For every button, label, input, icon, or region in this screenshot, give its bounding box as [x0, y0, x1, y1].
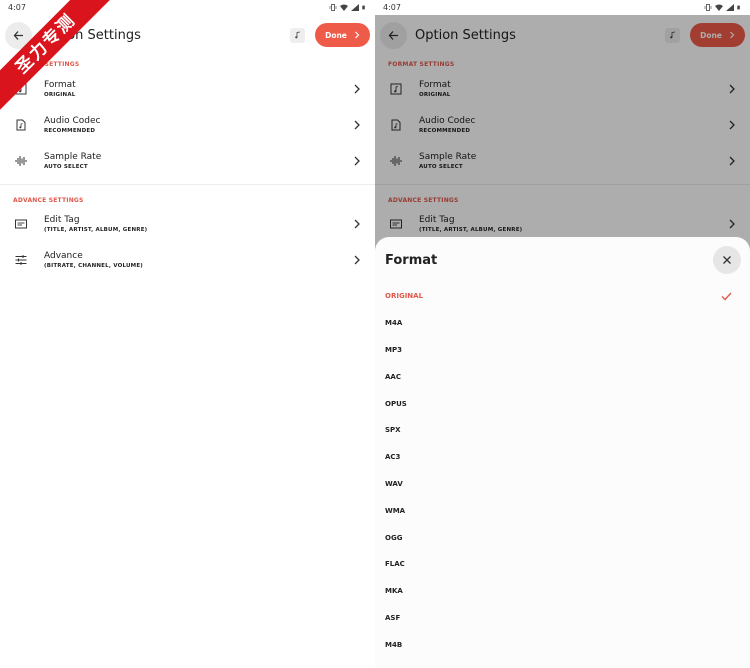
- format-options-list: ORIGINAL M4A MP3 AAC OPUS SPX AC3 WAV WM…: [375, 283, 750, 658]
- music-note-button[interactable]: [290, 27, 305, 43]
- status-time: 4:07: [8, 3, 26, 12]
- format-bottom-sheet: Format ORIGINAL M4A MP3 AAC OPUS SPX AC3…: [375, 237, 750, 668]
- status-time: 4:07: [383, 3, 401, 12]
- battery-icon: [737, 5, 740, 10]
- status-bar: 4:07: [375, 0, 750, 15]
- music-note-icon: [294, 31, 300, 39]
- audio-codec-value: RECOMMENDED: [44, 128, 96, 134]
- advance-row[interactable]: Advance (BITRATE, CHANNEL, VOLUME): [0, 242, 375, 278]
- battery-icon: [362, 5, 365, 10]
- format-option[interactable]: WMA: [375, 497, 750, 524]
- chevron-right-icon: [354, 31, 360, 39]
- advance-settings-label: ADVANCE SETTINGS: [13, 197, 84, 204]
- format-value: ORIGINAL: [44, 92, 76, 98]
- chevron-right-icon: [354, 84, 360, 94]
- sample-rate-row[interactable]: Sample Rate AUTO SELECT: [0, 143, 375, 179]
- sheet-title: Format: [385, 252, 438, 268]
- sliders-icon: [13, 253, 28, 268]
- arrow-left-icon: [13, 30, 23, 40]
- format-option[interactable]: WAV: [375, 471, 750, 498]
- format-option[interactable]: AAC: [375, 363, 750, 390]
- chevron-right-icon: [354, 120, 360, 130]
- format-option[interactable]: OGG: [375, 524, 750, 551]
- sample-rate-title: Sample Rate: [44, 152, 102, 162]
- chevron-right-icon: [354, 156, 360, 166]
- wifi-icon: [715, 4, 723, 11]
- audio-codec-row[interactable]: Audio Codec RECOMMENDED: [0, 107, 375, 143]
- format-option[interactable]: AC3: [375, 444, 750, 471]
- sample-rate-value: AUTO SELECT: [44, 164, 88, 170]
- done-label: Done: [325, 30, 347, 40]
- format-option[interactable]: MP3: [375, 337, 750, 364]
- close-button[interactable]: [713, 246, 741, 274]
- audio-file-icon: [13, 118, 28, 133]
- format-option[interactable]: MKA: [375, 578, 750, 605]
- chevron-right-icon: [354, 255, 360, 265]
- signal-icon: [351, 4, 359, 11]
- signal-icon: [726, 4, 734, 11]
- check-icon: [721, 292, 732, 301]
- chevron-right-icon: [354, 219, 360, 229]
- edit-tag-row[interactable]: Edit Tag (TITLE, ARTIST, ALBUM, GENRE): [0, 206, 375, 242]
- advance-title: Advance: [44, 251, 83, 261]
- vibrate-icon: [329, 4, 337, 11]
- wifi-icon: [340, 4, 348, 11]
- tag-icon: [13, 217, 28, 232]
- format-option[interactable]: FLAC: [375, 551, 750, 578]
- edit-tag-value: (TITLE, ARTIST, ALBUM, GENRE): [44, 227, 148, 233]
- left-screen: 4:07 Option Settings Done FORMAT SETTING…: [0, 0, 375, 668]
- format-row[interactable]: Format ORIGINAL: [0, 71, 375, 107]
- format-option[interactable]: ASF: [375, 605, 750, 632]
- close-icon: [723, 256, 731, 264]
- right-screen: 4:07 Option Settings Done FORMAT SETTING…: [375, 0, 750, 668]
- format-option[interactable]: M4B: [375, 631, 750, 658]
- format-settings-label: FORMAT SETTINGS: [13, 61, 80, 68]
- format-option[interactable]: OPUS: [375, 390, 750, 417]
- format-option[interactable]: M4A: [375, 310, 750, 337]
- vibrate-icon: [704, 4, 712, 11]
- edit-tag-title: Edit Tag: [44, 215, 80, 225]
- format-option[interactable]: SPX: [375, 417, 750, 444]
- waveform-icon: [13, 154, 28, 169]
- format-title: Format: [44, 80, 76, 90]
- advance-value: (BITRATE, CHANNEL, VOLUME): [44, 263, 144, 269]
- done-button[interactable]: Done: [315, 23, 370, 47]
- format-option[interactable]: ORIGINAL: [375, 283, 750, 310]
- audio-codec-title: Audio Codec: [44, 116, 101, 126]
